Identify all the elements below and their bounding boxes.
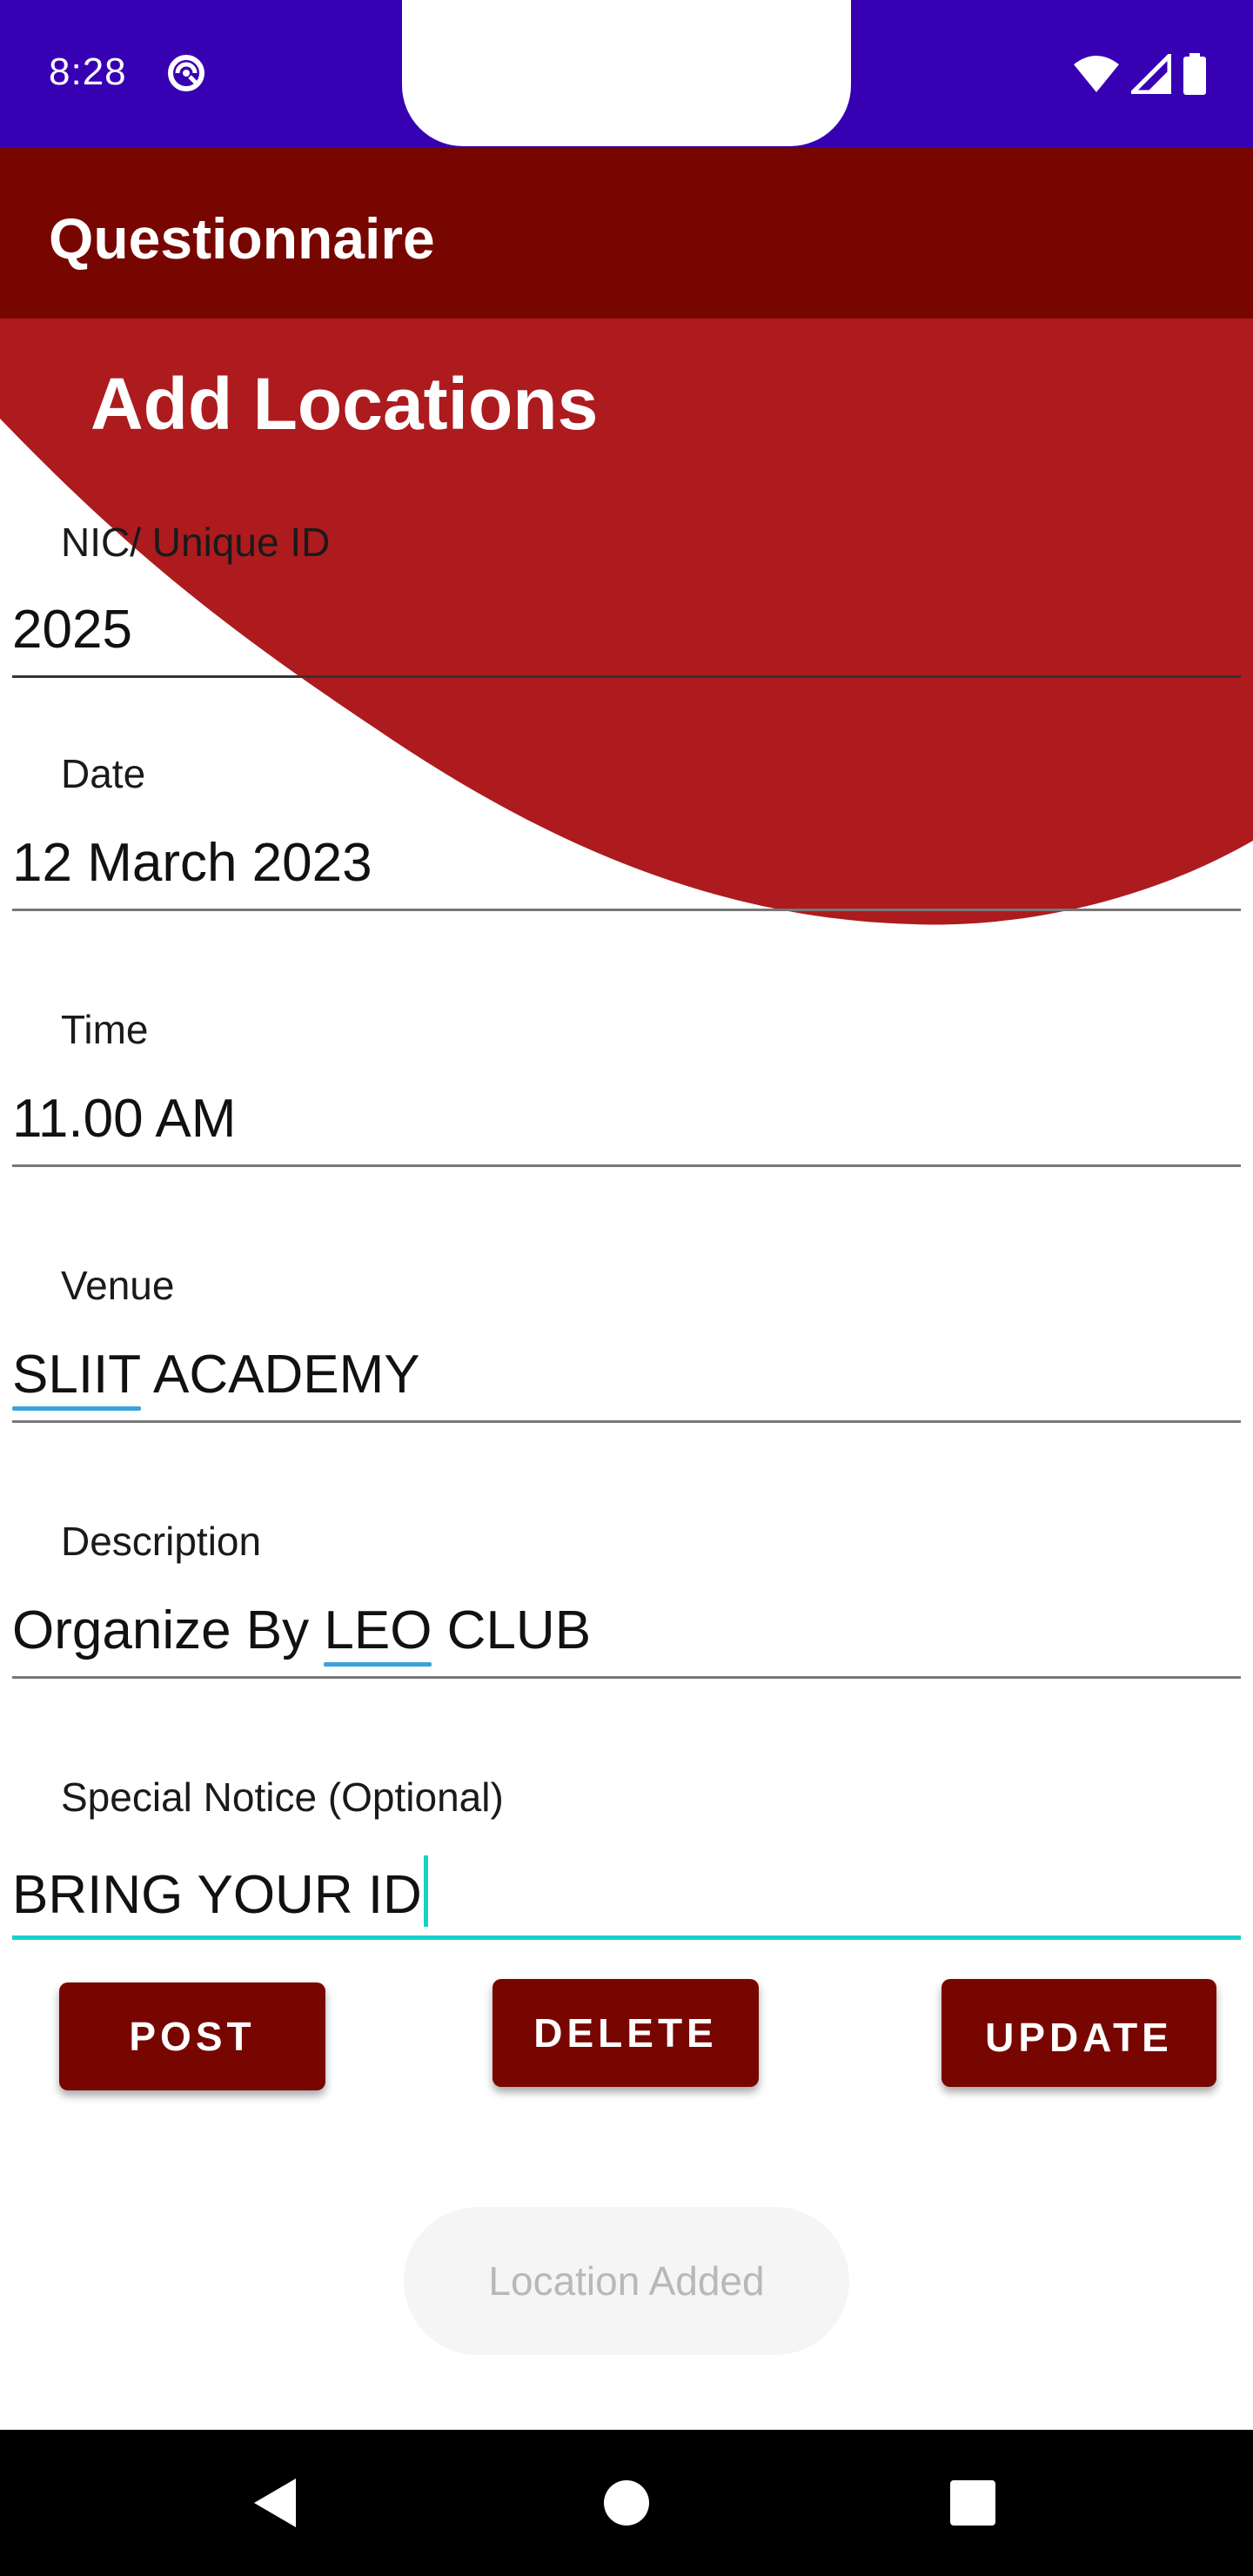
- page-title: Add Locations: [90, 363, 599, 445]
- recents-button[interactable]: [921, 2430, 1025, 2576]
- description-underline: [12, 1676, 1241, 1679]
- spellcheck-word: SLIIT: [12, 1345, 142, 1411]
- post-button[interactable]: POST: [59, 1982, 325, 2090]
- date-label: Date: [61, 751, 146, 796]
- home-button[interactable]: [574, 2430, 679, 2576]
- recents-square-icon: [950, 2480, 995, 2526]
- wifi-icon: [1074, 56, 1119, 92]
- special-notice-underline: [12, 1935, 1241, 1940]
- description-text: Organize By: [12, 1600, 325, 1660]
- venue-text: ACADEMY: [141, 1345, 420, 1405]
- home-circle-icon: [604, 2480, 649, 2526]
- nic-input[interactable]: 2025: [12, 599, 132, 661]
- nic-underline: [12, 675, 1241, 678]
- app-bar: Questionnaire: [0, 148, 1253, 319]
- venue-underline: [12, 1420, 1241, 1423]
- description-text-end: CLUB: [432, 1600, 592, 1660]
- special-notice-text: BRING YOUR ID: [12, 1865, 422, 1925]
- time-underline: [12, 1164, 1241, 1167]
- add-location-form: Add Locations NIC/ Unique ID 2025 Date 1…: [0, 319, 1253, 2430]
- status-icons: [1072, 52, 1208, 96]
- date-input[interactable]: 12 March 2023: [12, 832, 372, 894]
- battery-icon: [1183, 53, 1206, 95]
- spellcheck-word: LEO: [324, 1600, 432, 1667]
- venue-input[interactable]: SLIIT ACADEMY: [12, 1344, 420, 1411]
- time-input[interactable]: 11.00 AM: [12, 1088, 236, 1150]
- nic-label: NIC/ Unique ID: [61, 520, 331, 565]
- sync-notification-icon: [168, 55, 204, 91]
- special-notice-label: Special Notice (Optional): [61, 1774, 504, 1820]
- update-button[interactable]: UPDATE: [941, 1979, 1216, 2087]
- app-screen: 8:28 Questionnaire Add Locations NIC/ Un…: [0, 0, 1253, 2576]
- toast-message: Location Added: [404, 2207, 849, 2355]
- back-button[interactable]: [223, 2430, 327, 2576]
- description-label: Description: [61, 1519, 262, 1564]
- delete-button[interactable]: DELETE: [492, 1979, 759, 2087]
- description-input[interactable]: Organize By LEO CLUB: [12, 1600, 592, 1667]
- app-title: Questionnaire: [49, 206, 435, 271]
- text-cursor: [423, 1855, 428, 1927]
- date-underline: [12, 909, 1241, 911]
- signal-icon: [1131, 54, 1171, 94]
- navigation-bar: [0, 2430, 1253, 2576]
- special-notice-input[interactable]: BRING YOUR ID: [12, 1855, 428, 1927]
- status-bar: 8:28: [0, 0, 1253, 148]
- time-label: Time: [61, 1007, 149, 1052]
- status-time: 8:28: [49, 50, 127, 93]
- back-triangle-icon: [254, 2479, 296, 2527]
- camera-notch: [402, 0, 851, 146]
- venue-label: Venue: [61, 1263, 175, 1308]
